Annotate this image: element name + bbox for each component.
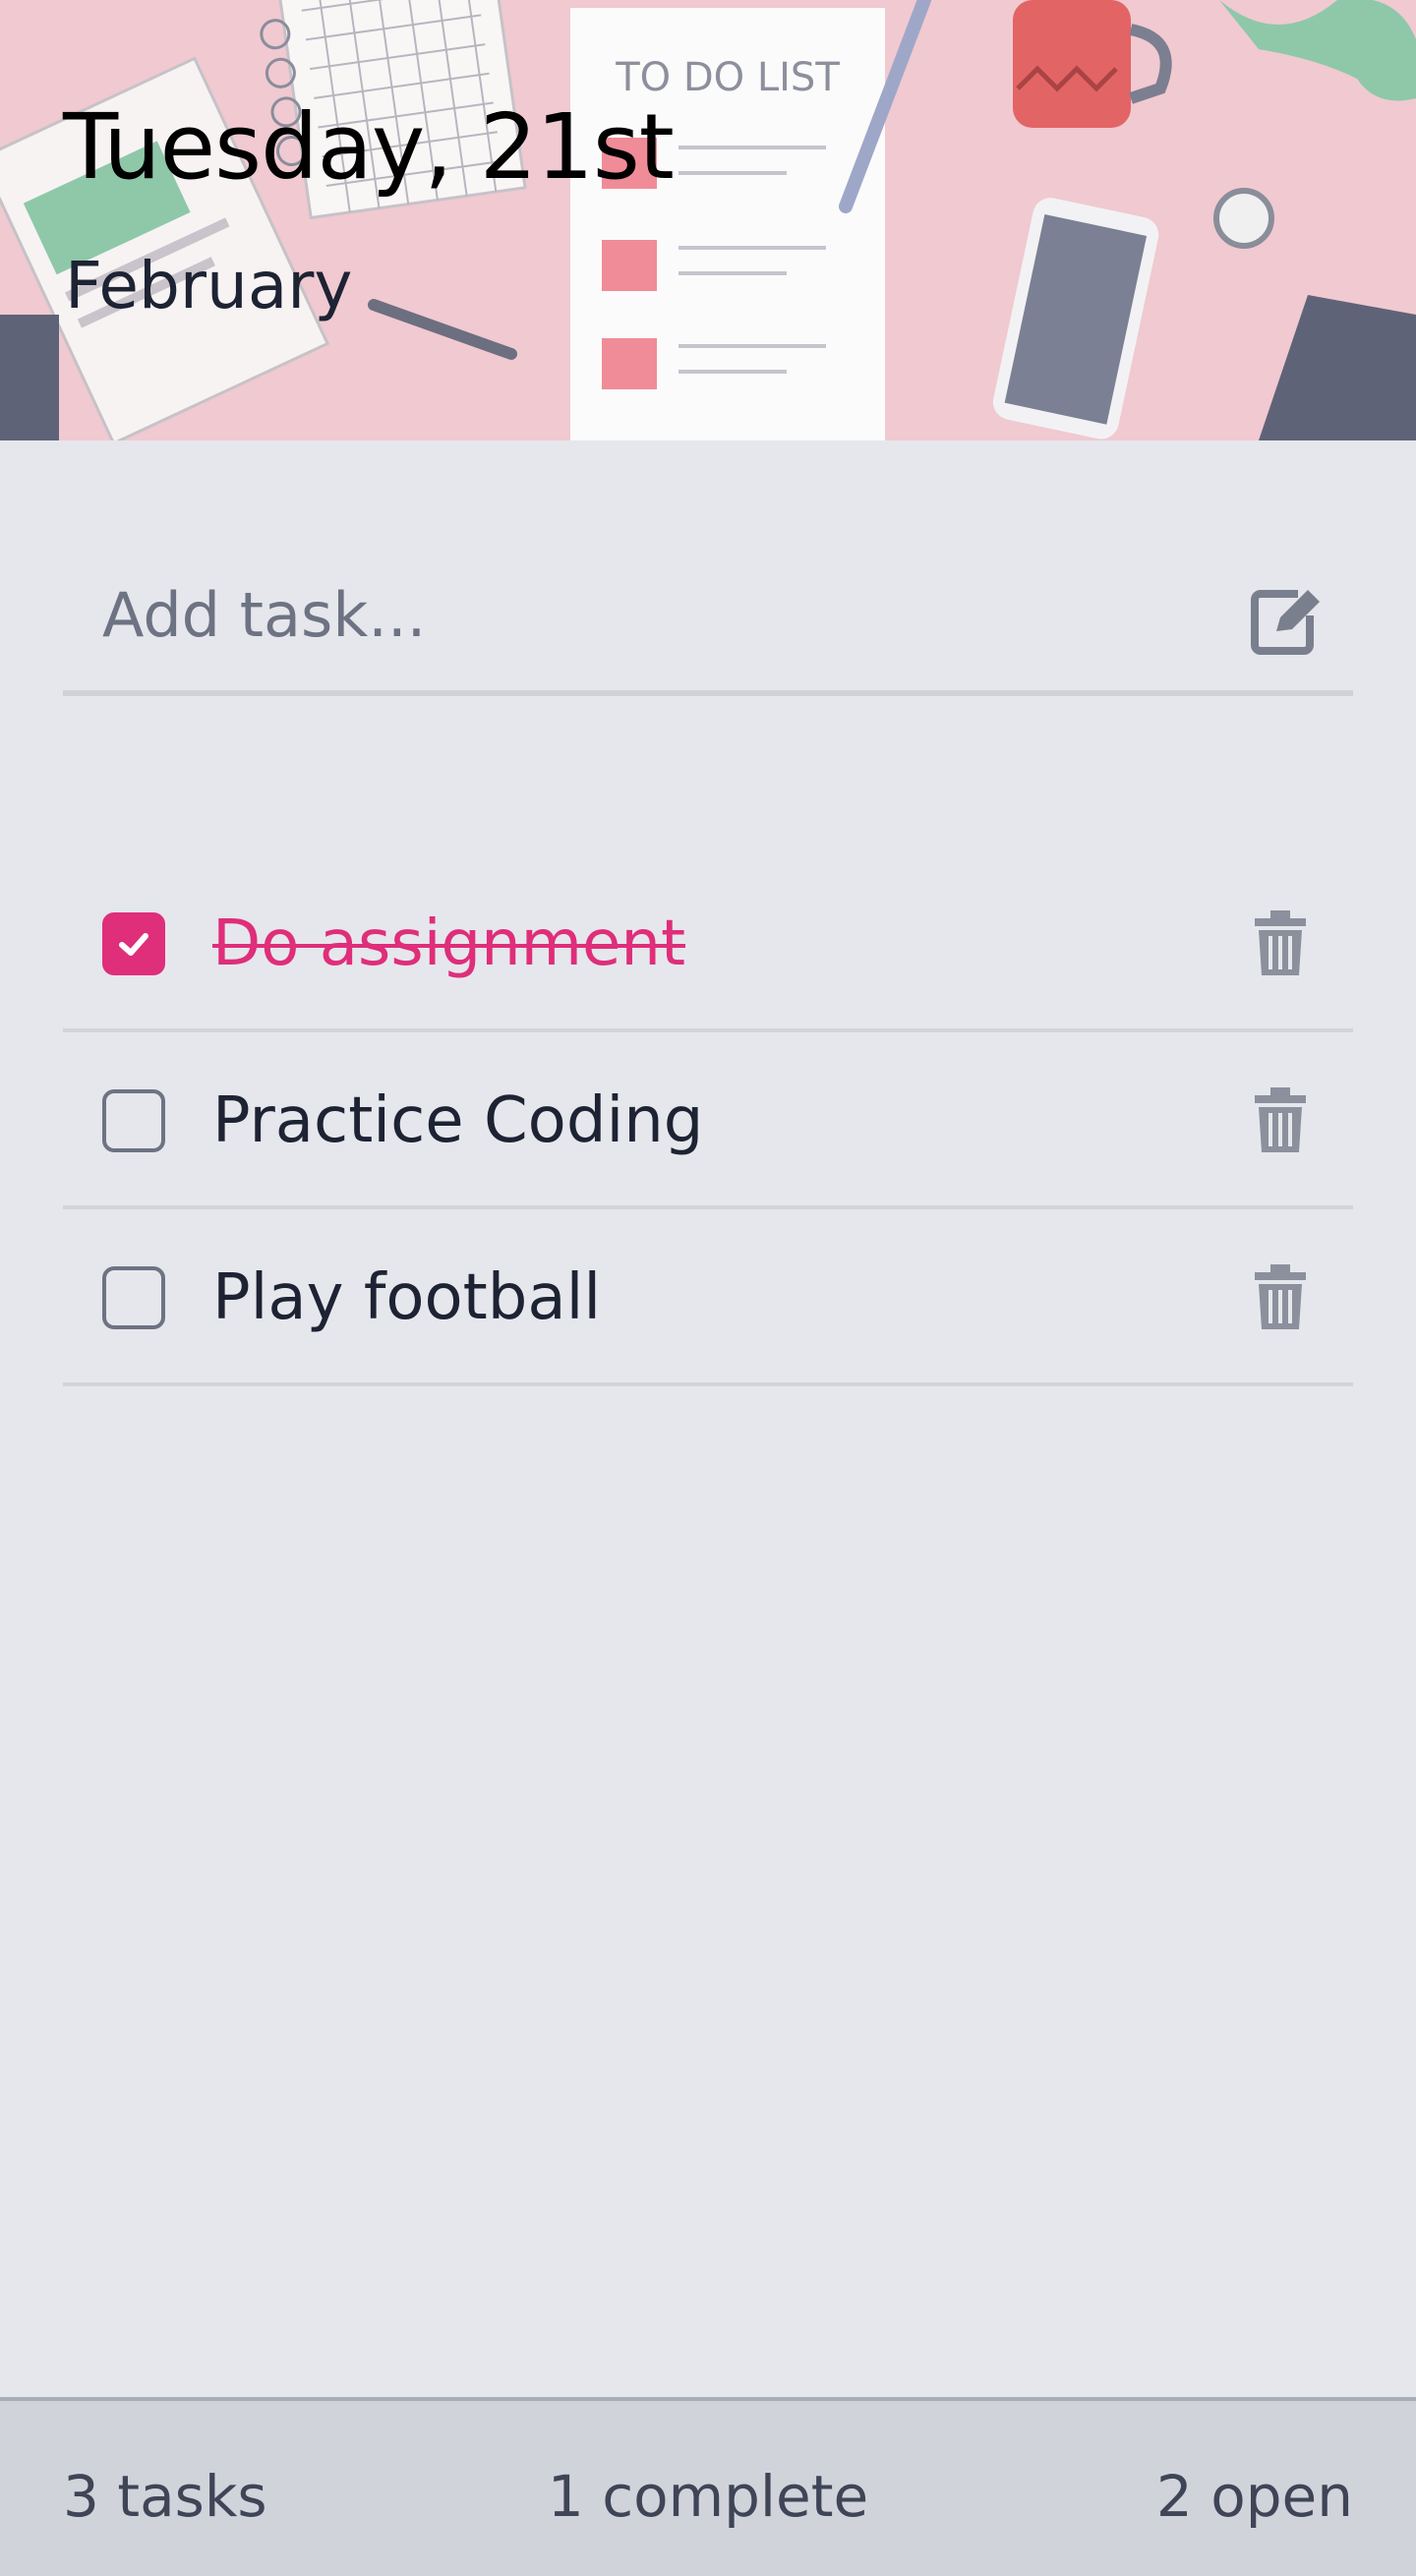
task-item: Do assignment — [63, 855, 1353, 1032]
add-task-input[interactable] — [100, 578, 1206, 651]
header-banner: TO DO LIST Tuesday, 21st February — [0, 0, 1416, 440]
month-label: February — [65, 248, 353, 323]
add-task-row — [63, 539, 1353, 696]
task-item: Play football — [63, 1209, 1353, 1386]
trash-icon[interactable] — [1253, 1264, 1308, 1331]
todo-desk-illustration: TO DO LIST — [0, 0, 1416, 440]
page-title: Tuesday, 21st — [63, 94, 675, 200]
task-checkbox[interactable] — [102, 912, 165, 975]
task-list: Do assignment Practice Coding Play footb… — [63, 855, 1353, 1386]
trash-icon[interactable] — [1253, 1087, 1308, 1154]
task-checkbox[interactable] — [102, 1089, 165, 1152]
open-count: 2 open — [1155, 2463, 1353, 2530]
edit-icon[interactable] — [1247, 580, 1326, 659]
checkmark-icon — [119, 933, 148, 956]
task-checkbox[interactable] — [102, 1266, 165, 1329]
task-item: Practice Coding — [63, 1032, 1353, 1209]
task-label[interactable]: Do assignment — [212, 907, 685, 981]
task-label[interactable]: Practice Coding — [212, 1083, 703, 1158]
status-footer: 3 tasks 1 complete 2 open — [0, 2397, 1416, 2576]
task-label[interactable]: Play football — [212, 1260, 601, 1335]
trash-icon[interactable] — [1253, 910, 1308, 977]
